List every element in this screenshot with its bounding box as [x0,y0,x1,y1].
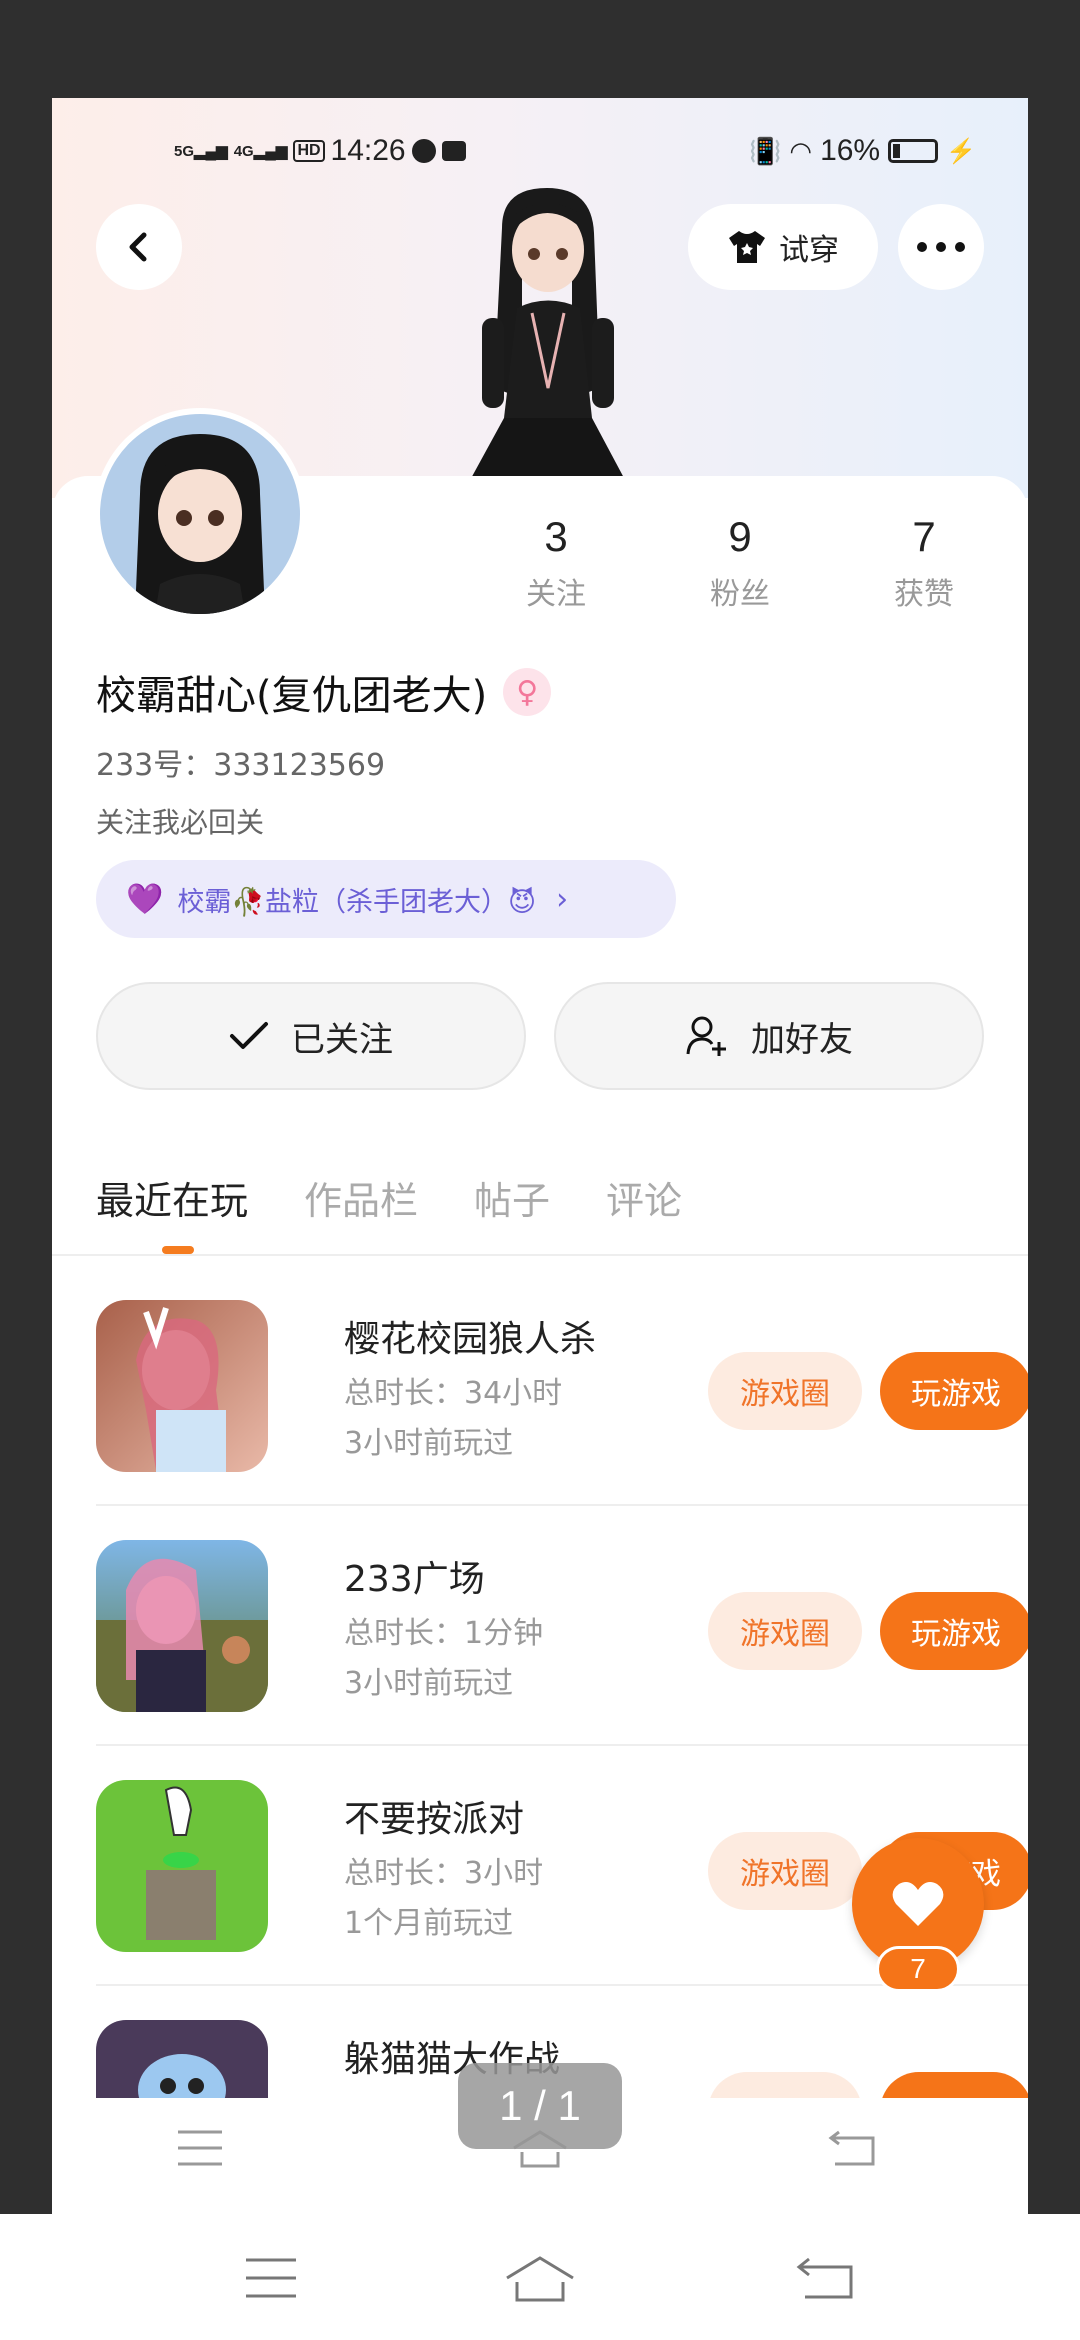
add-user-icon [686,1016,726,1056]
profile-bio: 关注我必回关 [96,806,265,839]
avatar-portrait-icon [135,434,265,614]
relation-tag-label: 校霸🥀盐粒（杀手团老大）😈 [177,886,537,918]
followed-label: 已关注 [291,1019,393,1060]
stat-fans[interactable]: 9 粉丝 [680,513,800,613]
game-duration: 总时长：1分钟 [344,1616,544,1651]
inner-back-button[interactable] [822,2118,882,2178]
profile-uid: 233号：333123569 [96,748,386,783]
menu-icon [246,2258,296,2298]
app-screen: 5G▂▄▆ 4G▂▄▆ HD 14:26 📳 ◠ 16% ⚡ 试穿 3 关注 9… [52,98,1028,2214]
add-friend-button[interactable]: 加好友 [554,982,984,1090]
play-game-button[interactable]: 玩游戏 [880,1352,1028,1430]
more-button[interactable] [898,204,984,290]
list-item[interactable]: 樱花校园狼人杀 总时长：34小时 3小时前玩过 游戏圈 玩游戏 [96,1256,1028,1496]
game-title: 233广场 [344,1559,485,1600]
like-count-badge: 7 [876,1946,960,1992]
heart-icon [892,1882,944,1926]
game-icon [96,1780,268,1952]
tab-posts[interactable]: 帖子 [474,1170,550,1225]
stat-label: 关注 [526,577,586,612]
back-button[interactable] [96,204,182,290]
add-friend-label: 加好友 [751,1019,853,1060]
clock: 14:26 [330,134,406,167]
system-back-button[interactable] [790,2248,860,2308]
game-circle-button[interactable]: 游戏圈 [708,1832,862,1910]
system-menu-button[interactable] [236,2248,306,2308]
signal-5g-icon: 5G▂▄▆ [174,142,228,160]
game-title: 樱花校园狼人杀 [344,1319,597,1360]
stat-label: 获赞 [894,577,954,612]
stat-following[interactable]: 3 关注 [496,513,616,613]
game-title: 不要按派对 [344,1799,525,1840]
menu-icon [178,2130,222,2166]
game-circle-button[interactable]: 游戏圈 [708,1352,862,1430]
try-on-button[interactable]: 试穿 [688,204,878,290]
back-arrow-icon [796,2257,853,2299]
game-icon [96,1540,268,1712]
game-circle-button[interactable]: 游戏圈 [708,1592,862,1670]
signal-4g-icon: 4G▂▄▆ [233,142,288,160]
vibrate-icon: 📳 [749,135,782,166]
stat-value: 9 [728,513,752,560]
game-icon [96,1300,268,1472]
list-item[interactable]: 233广场 总时长：1分钟 3小时前玩过 游戏圈 玩游戏 [96,1496,1028,1736]
stat-likes[interactable]: 7 获赞 [864,513,984,613]
profile-tabs: 最近在玩 作品栏 帖子 评论 [96,1170,682,1225]
battery-icon [888,139,939,163]
system-home-button[interactable] [505,2248,575,2308]
charging-icon: ⚡ [946,137,976,165]
wifi-icon: ◠ [789,135,813,166]
profile-avatar[interactable] [94,408,306,620]
profile-name-row: 校霸甜心(复仇团老大) ♀ [96,663,552,721]
followed-button[interactable]: 已关注 [96,982,526,1090]
status-bar: 5G▂▄▆ 4G▂▄▆ HD 14:26 📳 ◠ 16% ⚡ [52,134,1028,174]
game-duration: 总时长：34小时 [344,1376,563,1411]
profile-name: 校霸甜心(复仇团老大) [96,673,488,719]
check-icon [230,1022,268,1049]
briefcase-icon [441,141,466,161]
page-indicator: 1 / 1 [458,2063,622,2149]
stat-label: 粉丝 [710,577,770,612]
play-game-button[interactable]: 玩游戏 [880,1592,1028,1670]
game-last-played: 3小时前玩过 [344,1426,514,1461]
tab-recent-play[interactable]: 最近在玩 [96,1170,248,1225]
stat-value: 7 [912,513,936,560]
game-last-played: 3小时前玩过 [344,1666,514,1701]
active-tab-indicator [162,1246,194,1254]
relation-tag[interactable]: 💜 校霸🥀盐粒（杀手团老大）😈 › [96,860,676,938]
more-dots-icon [917,242,965,252]
game-duration: 总时长：3小时 [344,1856,544,1891]
compass-icon [411,139,436,163]
female-icon: ♀ [503,668,552,716]
home-icon [506,2256,574,2302]
game-last-played: 1个月前玩过 [344,1906,514,1941]
battery-percent: 16% [820,134,881,167]
back-arrow-icon [828,2130,875,2166]
chevron-right-icon: › [556,881,569,917]
hearts-icon: 💜 [126,881,164,917]
back-icon [129,232,147,262]
inner-menu-button[interactable] [170,2118,230,2178]
try-on-label: 试穿 [779,233,839,268]
hd-icon: HD [293,140,325,162]
system-nav-bar [0,2214,1080,2340]
tab-works[interactable]: 作品栏 [304,1170,418,1225]
stat-value: 3 [544,513,568,560]
tshirt-icon [729,231,765,263]
tab-comments[interactable]: 评论 [606,1170,682,1225]
